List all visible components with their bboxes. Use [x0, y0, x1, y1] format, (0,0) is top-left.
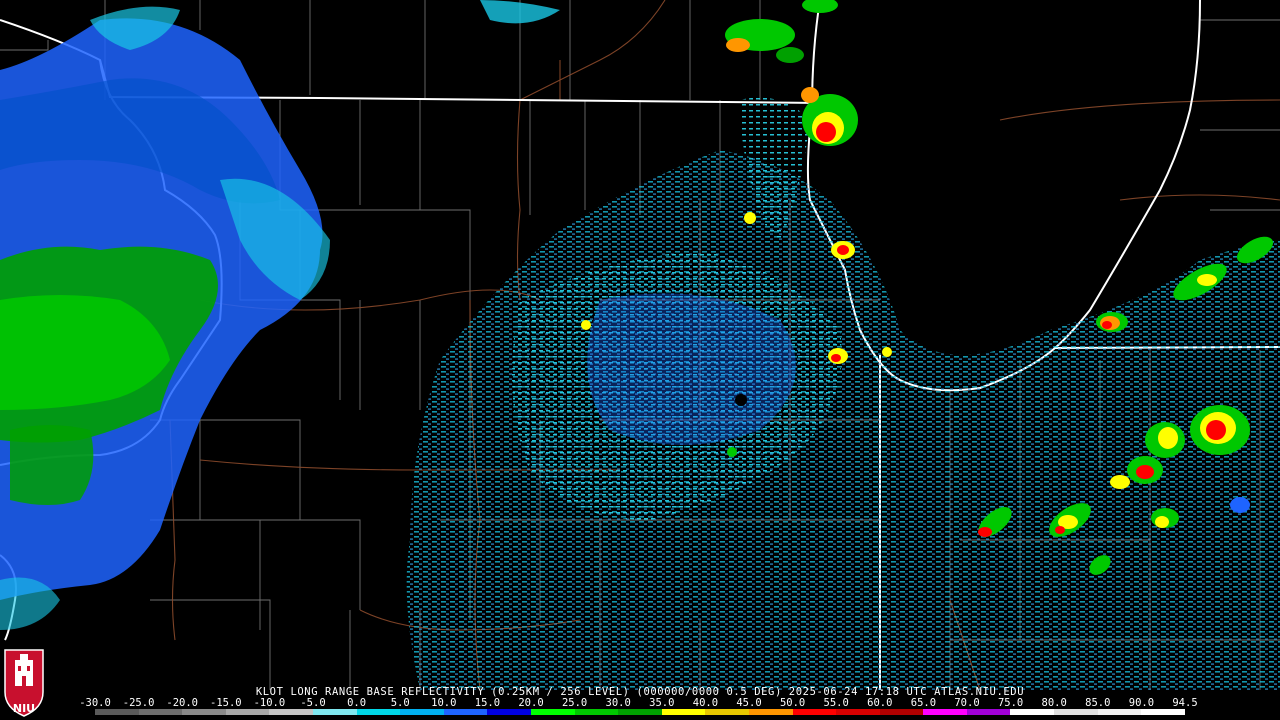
colorbar-segment [182, 709, 226, 715]
scale-label: 65.0 [910, 697, 937, 709]
colorbar-segment [400, 709, 444, 715]
scale-label: 0.0 [347, 697, 367, 709]
colorbar-segment [356, 709, 401, 715]
scale-label: 90.0 [1128, 697, 1155, 709]
colorbar-segment [574, 709, 619, 715]
colorbar-segment [95, 709, 139, 715]
scale-label: 50.0 [779, 697, 806, 709]
colorbar-segment [792, 709, 837, 715]
reflectivity-scale-labels: -30.0 -25.0 -20.0 -15.0 -10.0 -5.0 0.0 5.0 10.0 1… [79, 697, 1198, 709]
scale-label: 5.0 [390, 697, 410, 709]
reflectivity-colorbar [95, 709, 1185, 715]
scale-label: 70.0 [954, 697, 980, 709]
scale-label: 30.0 [605, 697, 631, 709]
colorbar-segment [487, 709, 531, 715]
scale-label: 25.0 [561, 697, 588, 709]
scale-label: 60.0 [867, 697, 893, 709]
scale-label: -10.0 [253, 697, 286, 709]
scale-label: 40.0 [692, 697, 719, 709]
colorbar-segment [530, 709, 575, 715]
colorbar-segment [269, 709, 313, 715]
radar-map [0, 0, 1280, 691]
colorbar-segment [748, 709, 793, 715]
niu-logo-text: NIU [12, 702, 36, 715]
colorbar-segment [618, 709, 662, 715]
scale-label: -25.0 [122, 697, 155, 709]
colorbar-segment [661, 709, 706, 715]
colorbar-segment [705, 709, 749, 715]
scale-label: 15.0 [474, 697, 501, 709]
colorbar-segment [225, 709, 270, 715]
colorbar-segment [312, 709, 357, 715]
scale-label: 75.0 [997, 697, 1024, 709]
scale-label: 85.0 [1085, 697, 1111, 709]
colorbar-segment [1010, 709, 1055, 715]
west-storm-band [0, 6, 330, 630]
scale-label: -30.0 [79, 697, 111, 709]
scale-label: 94.5 [1172, 697, 1198, 709]
scale-label: -5.0 [300, 697, 326, 709]
colorbar-segment [879, 709, 924, 715]
colorbar-segment [138, 709, 183, 715]
scale-label: -20.0 [166, 697, 198, 709]
scale-label: 80.0 [1041, 697, 1067, 709]
colorbar-segment [1141, 709, 1185, 715]
scale-label: 55.0 [823, 697, 849, 709]
colorbar-segment [1097, 709, 1142, 715]
scale-label: -15.0 [209, 697, 242, 709]
colorbar-segment [443, 709, 488, 715]
colorbar-segment [966, 709, 1011, 715]
scale-label: 35.0 [649, 697, 675, 709]
scale-label: 45.0 [736, 697, 762, 709]
colorbar-segment [923, 709, 967, 715]
colorbar-segment [1054, 709, 1098, 715]
scale-label: 20.0 [518, 697, 544, 709]
colorbar-segment [836, 709, 880, 715]
scale-label: 10.0 [431, 697, 457, 709]
